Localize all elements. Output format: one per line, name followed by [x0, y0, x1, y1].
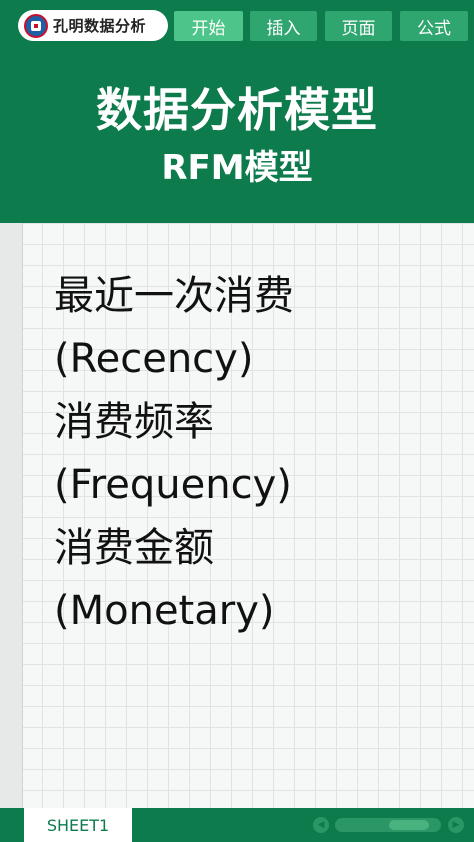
content-line-recency: 最近一次消费: [54, 273, 294, 319]
content-text: 最近一次消费 (Recency) 消费频率 (Frequency) 消费金额 (…: [54, 265, 294, 643]
content-line-frequency: 消费频率: [54, 399, 214, 445]
tab-page[interactable]: 页面: [325, 11, 392, 41]
chevron-right-icon[interactable]: ▶: [448, 817, 464, 833]
content-line-recency-en: (Recency): [54, 336, 254, 382]
chevron-left-icon[interactable]: ◀: [313, 817, 329, 833]
sheet-tab-bar: SHEET1 ◀ ▶: [0, 808, 474, 842]
spreadsheet-grid[interactable]: 最近一次消费 (Recency) 消费频率 (Frequency) 消费金额 (…: [0, 223, 474, 808]
sheet-tab-sheet1[interactable]: SHEET1: [24, 808, 132, 842]
content-line-monetary: 消费金额: [54, 525, 214, 571]
content-line-monetary-en: (Monetary): [54, 588, 275, 634]
horizontal-scrollbar[interactable]: [335, 818, 441, 832]
scrollbar-thumb[interactable]: [389, 820, 429, 830]
title-banner: 数据分析模型 RFM模型: [0, 44, 474, 223]
row-header-strip: [0, 223, 23, 808]
tab-start[interactable]: 开始: [174, 11, 243, 41]
ribbon-bar: 孔明数据分析 开始 插入 页面 公式: [0, 0, 474, 44]
tab-insert[interactable]: 插入: [250, 11, 317, 41]
page-title: 数据分析模型: [96, 83, 378, 137]
brand-badge: 孔明数据分析: [18, 10, 168, 41]
kongming-logo-icon: [24, 13, 48, 38]
content-line-frequency-en: (Frequency): [54, 462, 292, 508]
tab-formula[interactable]: 公式: [400, 11, 468, 41]
brand-name: 孔明数据分析: [53, 17, 147, 35]
page-subtitle: RFM模型: [161, 148, 313, 188]
